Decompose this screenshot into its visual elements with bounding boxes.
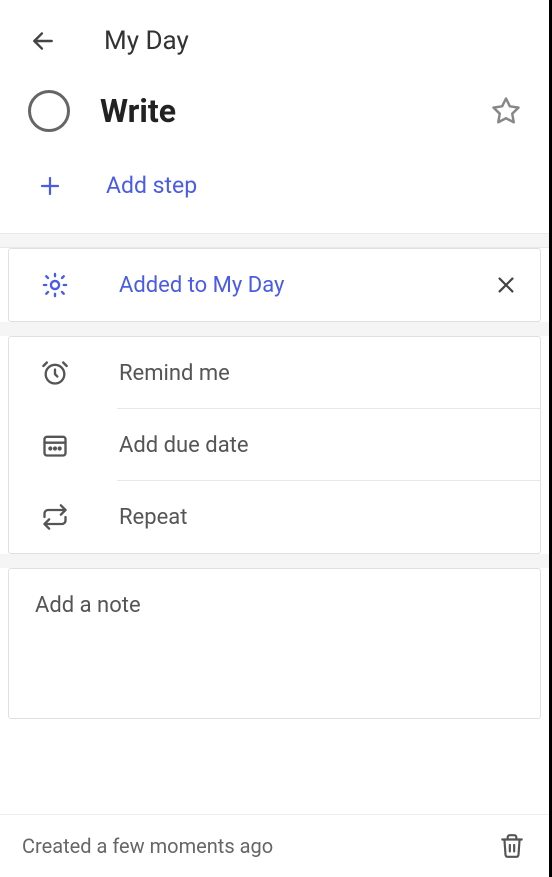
due-date-label: Add due date: [119, 433, 249, 458]
note-field[interactable]: Add a note: [8, 568, 541, 719]
repeat-label: Repeat: [119, 505, 187, 530]
remind-me-label: Remind me: [119, 361, 230, 386]
my-day-row[interactable]: Added to My Day: [8, 248, 541, 322]
section-gap: [0, 322, 549, 336]
back-button[interactable]: [30, 28, 56, 54]
section-gap: [0, 554, 549, 568]
calendar-icon: [41, 431, 69, 459]
alarm-icon: [41, 359, 69, 387]
arrow-left-icon: [30, 27, 56, 55]
created-text: Created a few moments ago: [22, 834, 273, 858]
my-day-label: Added to My Day: [119, 273, 444, 298]
close-icon: [495, 274, 517, 296]
task-checkbox[interactable]: [28, 90, 70, 132]
page-title: My Day: [104, 26, 189, 56]
due-date-button[interactable]: Add due date: [9, 409, 540, 481]
sun-icon: [41, 271, 69, 299]
plus-icon: [38, 174, 62, 198]
add-step-button[interactable]: Add step: [0, 152, 549, 233]
task-row: Write: [0, 76, 549, 152]
remind-me-button[interactable]: Remind me: [9, 337, 540, 409]
favorite-button[interactable]: [491, 96, 521, 126]
header: My Day: [0, 0, 549, 76]
task-title[interactable]: Write: [100, 92, 461, 130]
remove-my-day-button[interactable]: [494, 273, 518, 297]
repeat-icon: [41, 503, 69, 531]
note-placeholder: Add a note: [35, 593, 520, 618]
trash-icon: [499, 833, 525, 859]
star-icon: [491, 96, 521, 126]
repeat-button[interactable]: Repeat: [9, 481, 540, 553]
options-card: Remind me Add due date: [8, 336, 541, 554]
delete-button[interactable]: [499, 833, 525, 859]
footer: Created a few moments ago: [0, 814, 549, 877]
add-step-label: Add step: [106, 172, 197, 199]
section-divider: [0, 233, 549, 248]
